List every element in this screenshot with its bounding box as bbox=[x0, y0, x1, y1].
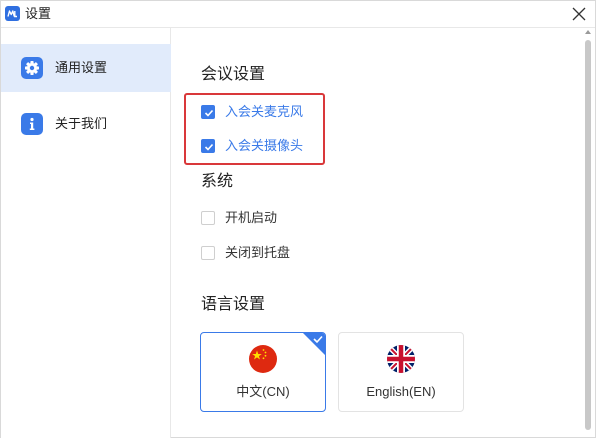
checkbox-label: 关闭到托盘 bbox=[225, 245, 291, 260]
language-option-english[interactable]: English(EN) bbox=[338, 332, 464, 412]
close-icon bbox=[572, 7, 586, 21]
settings-window: 设置 通用设置 关于我们 会议设置 入会关麦克风 入会关摄像头 系统 开机启动 … bbox=[0, 0, 596, 438]
scroll-up-arrow-icon[interactable] bbox=[585, 30, 591, 34]
language-option-chinese[interactable]: 中文(CN) bbox=[200, 332, 326, 412]
language-option-label: 中文(CN) bbox=[236, 384, 290, 399]
scrollbar-thumb[interactable] bbox=[585, 40, 591, 430]
window-title: 设置 bbox=[25, 6, 52, 21]
language-option-label: English(EN) bbox=[366, 384, 436, 399]
checkbox-unchecked[interactable] bbox=[201, 211, 215, 225]
sidebar: 通用设置 关于我们 bbox=[1, 28, 171, 438]
title-bar: 设置 bbox=[1, 1, 595, 28]
gear-icon bbox=[21, 57, 43, 79]
vertical-scrollbar[interactable] bbox=[583, 28, 593, 438]
selected-corner-badge bbox=[303, 333, 325, 355]
sidebar-item-label: 关于我们 bbox=[55, 116, 108, 131]
settings-content: 会议设置 入会关麦克风 入会关摄像头 系统 开机启动 关闭到托盘 语言设置 中文… bbox=[172, 28, 595, 438]
checkbox-label: 开机启动 bbox=[225, 210, 278, 225]
close-button[interactable] bbox=[569, 4, 589, 24]
system-settings-title: 系统 bbox=[201, 173, 234, 190]
sidebar-item-general-settings[interactable]: 通用设置 bbox=[1, 44, 171, 92]
china-flag-icon bbox=[249, 345, 277, 373]
checkbox-unchecked[interactable] bbox=[201, 246, 215, 260]
info-icon bbox=[21, 113, 43, 135]
highlight-box bbox=[184, 93, 325, 165]
sidebar-item-label: 通用设置 bbox=[55, 60, 108, 75]
language-settings-title: 语言设置 bbox=[201, 296, 266, 313]
meeting-settings-title: 会议设置 bbox=[201, 66, 266, 83]
sidebar-item-about-us[interactable]: 关于我们 bbox=[1, 100, 171, 148]
app-logo-icon bbox=[5, 6, 20, 21]
uk-flag-icon bbox=[387, 345, 415, 373]
